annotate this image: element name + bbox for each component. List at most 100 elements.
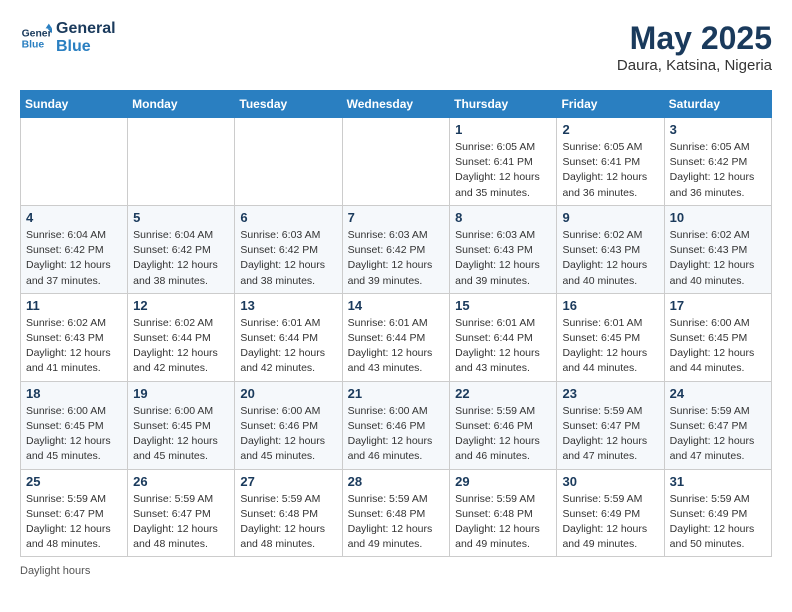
calendar-cell: [235, 118, 342, 206]
day-info: Sunrise: 6:00 AMSunset: 6:45 PMDaylight:…: [133, 404, 229, 465]
day-number: 16: [562, 298, 658, 313]
calendar-day-header: Saturday: [664, 91, 771, 118]
calendar-cell: 22Sunrise: 5:59 AMSunset: 6:46 PMDayligh…: [450, 381, 557, 469]
calendar-cell: 29 Sunrise: 5:59 AMSunset: 6:48 PMDayligh…: [450, 469, 557, 557]
calendar-cell: 31 Sunrise: 5:59 AMSunset: 6:49 PMDayligh…: [664, 469, 771, 557]
day-info: Sunrise: 6:00 AMSunset: 6:45 PMDaylight:…: [670, 316, 766, 377]
day-number: 4: [26, 210, 122, 225]
calendar-cell: 24Sunrise: 5:59 AMSunset: 6:47 PMDayligh…: [664, 381, 771, 469]
day-info: Sunrise: 5:59 AMSunset: 6:47 PMDaylight:…: [26, 492, 122, 553]
day-info: Sunrise: 6:00 AMSunset: 6:46 PMDaylight:…: [240, 404, 336, 465]
day-info: Sunrise: 6:03 AMSunset: 6:42 PMDaylight:…: [240, 228, 336, 289]
calendar-cell: 20 Sunrise: 6:00 AMSunset: 6:46 PMDayligh…: [235, 381, 342, 469]
day-number: 9: [562, 210, 658, 225]
day-info: Sunrise: 6:05 AMSunset: 6:41 PMDaylight:…: [455, 140, 551, 201]
calendar-day-header: Wednesday: [342, 91, 450, 118]
day-number: 31: [670, 474, 766, 489]
day-info: Sunrise: 6:03 AMSunset: 6:43 PMDaylight:…: [455, 228, 551, 289]
day-number: 5: [133, 210, 229, 225]
calendar-day-header: Thursday: [450, 91, 557, 118]
title-block: May 2025 Daura, Katsina, Nigeria: [617, 20, 772, 74]
calendar-day-header: Tuesday: [235, 91, 342, 118]
logo: General Blue General Blue: [20, 20, 116, 55]
day-number: 18: [26, 386, 122, 401]
day-number: 12: [133, 298, 229, 313]
day-number: 23: [562, 386, 658, 401]
calendar-cell: 28Sunrise: 5:59 AMSunset: 6:48 PMDayligh…: [342, 469, 450, 557]
svg-text:General: General: [22, 28, 52, 39]
calendar-cell: 27Sunrise: 5:59 AMSunset: 6:48 PMDayligh…: [235, 469, 342, 557]
day-number: 1: [455, 122, 551, 137]
day-number: 19: [133, 386, 229, 401]
calendar-week-row: 11 Sunrise: 6:02 AMSunset: 6:43 PMDayligh…: [21, 293, 772, 381]
day-info: Sunrise: 5:59 AMSunset: 6:47 PMDaylight:…: [133, 492, 229, 553]
calendar-header-row: SundayMondayTuesdayWednesdayThursdayFrid…: [21, 91, 772, 118]
calendar-cell: 19 Sunrise: 6:00 AMSunset: 6:45 PMDayligh…: [128, 381, 235, 469]
day-info: Sunrise: 6:05 AMSunset: 6:41 PMDaylight:…: [562, 140, 658, 201]
day-info: Sunrise: 6:00 AMSunset: 6:46 PMDaylight:…: [348, 404, 445, 465]
day-info: Sunrise: 6:01 AMSunset: 6:45 PMDaylight:…: [562, 316, 658, 377]
calendar-day-header: Monday: [128, 91, 235, 118]
day-number: 15: [455, 298, 551, 313]
calendar-cell: 21 Sunrise: 6:00 AMSunset: 6:46 PMDayligh…: [342, 381, 450, 469]
calendar-week-row: 18 Sunrise: 6:00 AMSunset: 6:45 PMDayligh…: [21, 381, 772, 469]
day-info: Sunrise: 6:01 AMSunset: 6:44 PMDaylight:…: [455, 316, 551, 377]
location: Daura, Katsina, Nigeria: [617, 57, 772, 74]
day-info: Sunrise: 5:59 AMSunset: 6:48 PMDaylight:…: [455, 492, 551, 553]
page-header: General Blue General Blue May 2025 Daura…: [20, 20, 772, 74]
calendar-cell: 14 Sunrise: 6:01 AMSunset: 6:44 PMDayligh…: [342, 293, 450, 381]
day-number: 27: [240, 474, 336, 489]
day-info: Sunrise: 5:59 AMSunset: 6:47 PMDaylight:…: [562, 404, 658, 465]
day-number: 17: [670, 298, 766, 313]
calendar-cell: 15 Sunrise: 6:01 AMSunset: 6:44 PMDayligh…: [450, 293, 557, 381]
calendar-cell: 30Sunrise: 5:59 AMSunset: 6:49 PMDayligh…: [557, 469, 664, 557]
logo-icon: General Blue: [20, 22, 52, 54]
day-number: 21: [348, 386, 445, 401]
calendar-cell: 16 Sunrise: 6:01 AMSunset: 6:45 PMDayligh…: [557, 293, 664, 381]
day-number: 6: [240, 210, 336, 225]
calendar-cell: [128, 118, 235, 206]
calendar-cell: 7Sunrise: 6:03 AMSunset: 6:42 PMDaylight…: [342, 205, 450, 293]
day-info: Sunrise: 6:02 AMSunset: 6:43 PMDaylight:…: [26, 316, 122, 377]
day-number: 8: [455, 210, 551, 225]
day-info: Sunrise: 6:02 AMSunset: 6:43 PMDaylight:…: [562, 228, 658, 289]
day-info: Sunrise: 5:59 AMSunset: 6:49 PMDaylight:…: [670, 492, 766, 553]
day-info: Sunrise: 6:05 AMSunset: 6:42 PMDaylight:…: [670, 140, 766, 201]
calendar-week-row: 1 Sunrise: 6:05 AMSunset: 6:41 PMDaylight…: [21, 118, 772, 206]
day-info: Sunrise: 5:59 AMSunset: 6:49 PMDaylight:…: [562, 492, 658, 553]
calendar-week-row: 4 Sunrise: 6:04 AMSunset: 6:42 PMDaylight…: [21, 205, 772, 293]
day-number: 24: [670, 386, 766, 401]
logo-general: General: [56, 20, 116, 38]
day-number: 20: [240, 386, 336, 401]
calendar-cell: 8 Sunrise: 6:03 AMSunset: 6:43 PMDaylight…: [450, 205, 557, 293]
day-number: 11: [26, 298, 122, 313]
calendar-day-header: Friday: [557, 91, 664, 118]
day-info: Sunrise: 6:02 AMSunset: 6:44 PMDaylight:…: [133, 316, 229, 377]
calendar-cell: 5Sunrise: 6:04 AMSunset: 6:42 PMDaylight…: [128, 205, 235, 293]
footer-text: Daylight hours: [20, 565, 90, 577]
day-number: 29: [455, 474, 551, 489]
calendar-cell: 2 Sunrise: 6:05 AMSunset: 6:41 PMDaylight…: [557, 118, 664, 206]
day-number: 2: [562, 122, 658, 137]
day-number: 26: [133, 474, 229, 489]
calendar-cell: 13 Sunrise: 6:01 AMSunset: 6:44 PMDayligh…: [235, 293, 342, 381]
day-number: 7: [348, 210, 445, 225]
day-info: Sunrise: 6:01 AMSunset: 6:44 PMDaylight:…: [348, 316, 445, 377]
day-number: 25: [26, 474, 122, 489]
calendar-day-header: Sunday: [21, 91, 128, 118]
logo-blue: Blue: [56, 38, 116, 56]
day-info: Sunrise: 6:04 AMSunset: 6:42 PMDaylight:…: [26, 228, 122, 289]
day-info: Sunrise: 6:01 AMSunset: 6:44 PMDaylight:…: [240, 316, 336, 377]
calendar-cell: 12 Sunrise: 6:02 AMSunset: 6:44 PMDayligh…: [128, 293, 235, 381]
day-number: 3: [670, 122, 766, 137]
calendar-cell: [21, 118, 128, 206]
calendar-week-row: 25 Sunrise: 5:59 AMSunset: 6:47 PMDayligh…: [21, 469, 772, 557]
day-info: Sunrise: 6:02 AMSunset: 6:43 PMDaylight:…: [670, 228, 766, 289]
day-number: 10: [670, 210, 766, 225]
day-number: 28: [348, 474, 445, 489]
day-number: 22: [455, 386, 551, 401]
calendar-cell: 23 Sunrise: 5:59 AMSunset: 6:47 PMDayligh…: [557, 381, 664, 469]
svg-text:Blue: Blue: [22, 39, 45, 50]
day-number: 14: [348, 298, 445, 313]
day-number: 13: [240, 298, 336, 313]
